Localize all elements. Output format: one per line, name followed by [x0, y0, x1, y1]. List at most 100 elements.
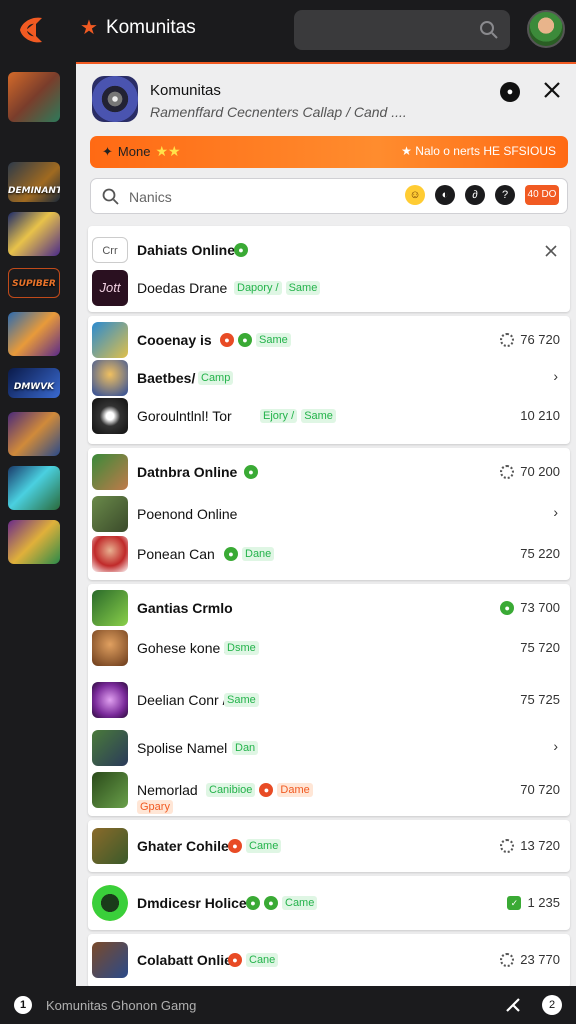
profile-icon[interactable]: 2: [542, 995, 562, 1015]
game-icon: [92, 630, 128, 666]
tag-pill: Ejory /: [260, 409, 298, 423]
item-tags: ● Cane: [228, 953, 279, 967]
item-tags: Camp: [198, 371, 234, 385]
stat-value: 75 725: [520, 692, 560, 707]
gear-icon: [500, 952, 515, 967]
close-icon[interactable]: [540, 78, 564, 102]
sidebar-item-7[interactable]: [8, 412, 60, 456]
item-tags: Canibioe ● Dame: [206, 783, 313, 797]
notification-icon[interactable]: 1: [14, 996, 32, 1014]
stat-value: 23 770: [520, 952, 560, 967]
sidebar-item-8[interactable]: [8, 466, 60, 510]
status-dot: ●: [228, 839, 242, 853]
promo-left: ✦ Mone ★★: [102, 143, 181, 160]
top-search-field[interactable]: [294, 10, 510, 50]
group-card-6: Dmdicesr Holice ● ● Came ✓ 1 235: [88, 876, 570, 930]
community-search[interactable]: Nanics ☺ ◐ ∂ ? 40 DO: [90, 178, 568, 214]
item-stat: 13 720: [500, 838, 560, 853]
filter-icon[interactable]: ◐: [435, 185, 455, 205]
sidebar-item-1[interactable]: [8, 72, 60, 122]
list-item[interactable]: Jott Doedas Drane Dapory / Same: [88, 270, 570, 306]
help-icon[interactable]: ?: [495, 185, 515, 205]
list-item[interactable]: Colabatt Onlie ● Cane 23 770: [88, 942, 570, 978]
item-name: Deelian Conr /: [137, 692, 227, 708]
item-stat: 75 220: [520, 546, 560, 561]
list-item[interactable]: Datnbra Online ● 70 200: [88, 454, 570, 490]
tag-pill: Came: [282, 896, 318, 910]
sidebar-item-3[interactable]: [8, 212, 60, 256]
chevron-right-icon[interactable]: ›: [553, 504, 558, 520]
online-dot: ●: [246, 896, 260, 910]
list-item[interactable]: Ponean Can ● Dane 75 220: [88, 536, 570, 572]
emoji-icon[interactable]: ☺: [405, 185, 425, 205]
link-icon[interactable]: ∂: [465, 185, 485, 205]
list-item[interactable]: Poenond Online ›: [88, 496, 570, 532]
share-icon[interactable]: [504, 996, 522, 1014]
tag-pill: Gpary: [137, 800, 173, 814]
online-dot: ●: [500, 600, 515, 615]
list-item[interactable]: Deelian Conr / Same 75 725: [88, 682, 570, 718]
sidebar-item-2[interactable]: DEMINANT: [8, 162, 60, 202]
sidebar-item-5[interactable]: [8, 312, 60, 356]
info-icon[interactable]: ●: [500, 82, 520, 102]
item-name: Datnbra Online: [137, 464, 238, 480]
orange-arrow-logo-icon[interactable]: [12, 10, 52, 50]
item-tags: ● ● Same: [220, 333, 291, 347]
sidebar-item-label: DMWVK: [13, 382, 55, 392]
tag-pill: Dan: [232, 741, 259, 755]
stat-value: 1 235: [527, 895, 560, 910]
list-item[interactable]: Crr Dahiats Online ●: [88, 232, 570, 268]
promo-banner[interactable]: ✦ Mone ★★ ★ Nalo o nerts HE SFSIOUS: [90, 136, 568, 168]
sidebar-item-6[interactable]: DMWVK: [8, 368, 60, 398]
tag-pill: Same: [301, 409, 336, 423]
item-tags: ● ● Came: [246, 896, 318, 910]
item-stat: 75 725: [520, 692, 560, 707]
list-item[interactable]: Gantias Crmlo ● 73 700: [88, 590, 570, 626]
list-item[interactable]: Goroulntlnl! Tor Ejory / Same 10 210: [88, 398, 570, 434]
search-icon[interactable]: [478, 19, 500, 41]
game-icon: [92, 885, 128, 921]
game-icon: [92, 730, 128, 766]
check-icon: ✓: [507, 895, 522, 910]
chevron-right-icon[interactable]: ›: [553, 368, 558, 384]
list-item[interactable]: Ghater Cohile ● Came 13 720: [88, 828, 570, 864]
close-icon[interactable]: [544, 244, 558, 258]
panel-subtitle: Ramenffard Cecnenters Callap / Cand ....: [150, 104, 407, 120]
gear-icon: [500, 464, 515, 479]
item-stat: 10 210: [520, 408, 560, 423]
item-tags: Dapory / Same: [234, 281, 321, 295]
row-icon-label: Jott: [99, 280, 121, 295]
status-dot: ●: [220, 333, 234, 347]
game-icon: Jott: [92, 270, 128, 306]
item-tags: ●: [244, 465, 258, 479]
tag-pill: Dapory /: [234, 281, 282, 295]
sidebar-item-9[interactable]: [8, 520, 60, 564]
item-name: Cooenay is: [137, 332, 212, 348]
game-icon: [92, 942, 128, 978]
list-item[interactable]: Nemorlad Canibioe ● Dame Gpary 70 720: [88, 772, 570, 814]
status-dot: ●: [259, 783, 274, 797]
item-name: Ghater Cohile: [137, 838, 229, 854]
item-name: Spolise Namel: [137, 740, 228, 756]
stat-value: 13 720: [520, 838, 560, 853]
count-badge[interactable]: 40 DO: [525, 185, 559, 205]
item-name: Dahiats Online: [137, 242, 236, 258]
item-name: Gantias Crmlo: [137, 600, 233, 616]
list-item[interactable]: Dmdicesr Holice ● ● Came ✓ 1 235: [88, 885, 570, 921]
item-stat: 70 720: [520, 782, 560, 797]
sidebar-item-label: SUPIBER: [12, 279, 56, 289]
app-title: Komunitas: [105, 17, 196, 38]
list-item[interactable]: Spolise Namel Dan ›: [88, 730, 570, 766]
item-name: Poenond Online: [137, 506, 238, 522]
list-item[interactable]: Baetbes/ Camp ›: [88, 360, 570, 396]
user-avatar[interactable]: [527, 10, 565, 48]
bottom-bar: 1 Komunitas Ghonon Gamg 2: [0, 986, 576, 1024]
chevron-right-icon[interactable]: ›: [553, 738, 558, 754]
sidebar-item-4[interactable]: SUPIBER: [8, 268, 60, 298]
stat-value: 70 200: [520, 464, 560, 479]
list-item[interactable]: Gohese kone / Dsme 75 720: [88, 630, 570, 666]
group-card-3: Datnbra Online ● 70 200 Poenond Online ›…: [88, 448, 570, 580]
tag-pill: Came: [246, 839, 282, 853]
list-item[interactable]: Cooenay is ● ● Same 76 720: [88, 322, 570, 358]
panel-title: Komunitas: [150, 82, 221, 99]
